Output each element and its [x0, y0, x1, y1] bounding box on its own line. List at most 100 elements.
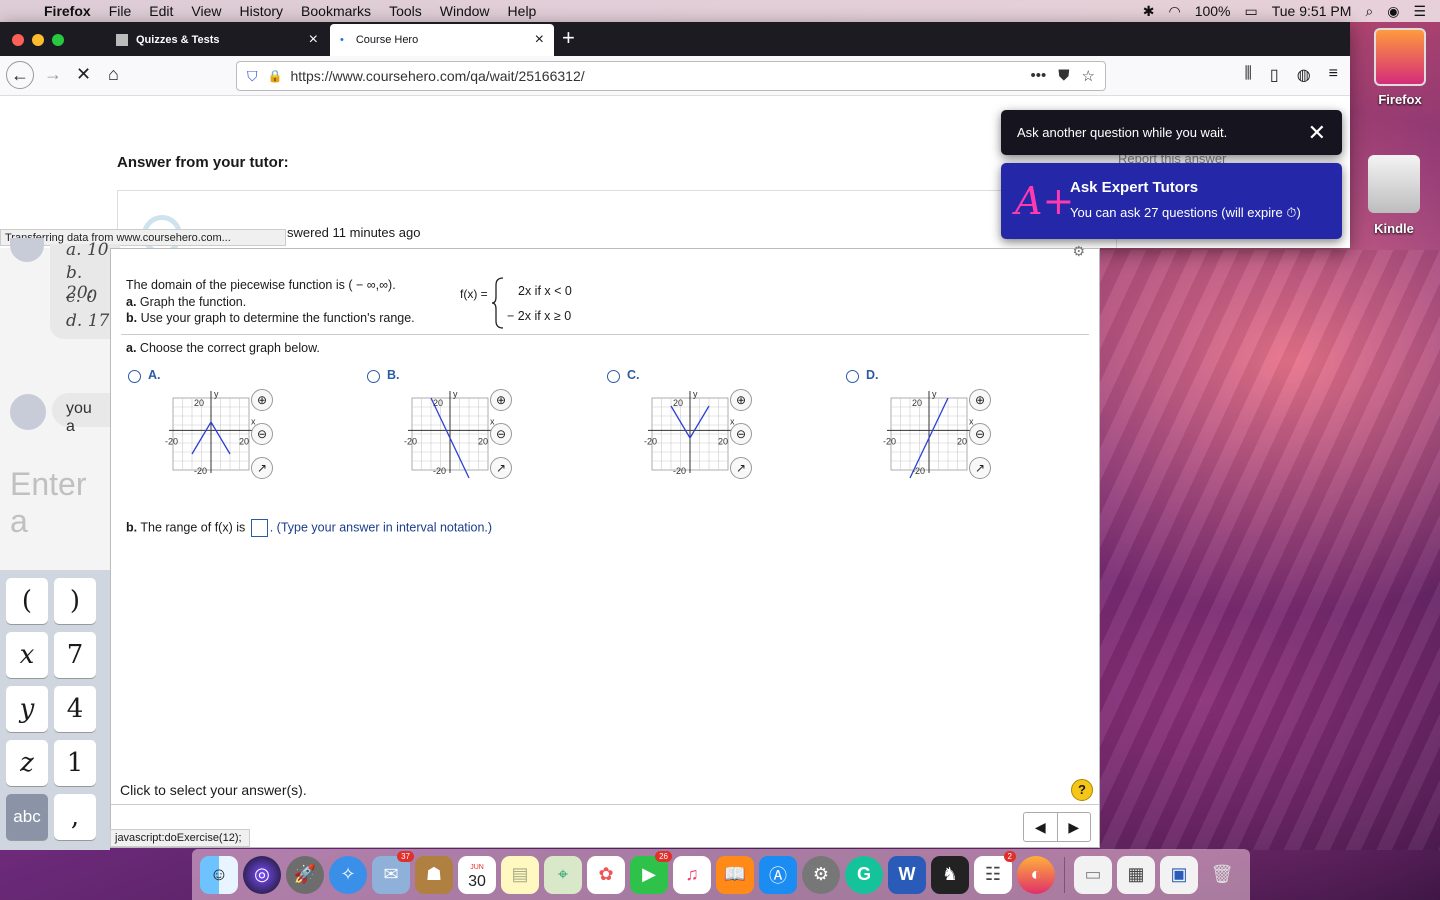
- calendar-icon[interactable]: JUN 30: [458, 855, 496, 894]
- close-window-button[interactable]: [12, 34, 24, 46]
- menu-tools[interactable]: Tools: [380, 3, 431, 19]
- wifi-icon[interactable]: ◠: [1168, 3, 1180, 20]
- minimize-window-button[interactable]: [32, 34, 44, 46]
- document-icon[interactable]: ▭: [1074, 855, 1112, 894]
- menu-window[interactable]: Window: [431, 3, 499, 19]
- desktop-icon-firefox[interactable]: Firefox: [1370, 28, 1430, 107]
- expert-tutors-toast[interactable]: A+ Ask Expert Tutors You can ask 27 ques…: [1001, 163, 1342, 239]
- url-text[interactable]: https://www.coursehero.com/qa/wait/25166…: [290, 68, 584, 84]
- zoom-out-icon[interactable]: ⊖: [969, 423, 991, 445]
- battery-percent[interactable]: 100%: [1195, 3, 1231, 19]
- previous-arrow-icon[interactable]: ◀: [1024, 813, 1058, 841]
- key-7[interactable]: 7: [54, 632, 96, 678]
- back-icon[interactable]: ←: [6, 61, 34, 89]
- key-open-paren[interactable]: (: [6, 578, 48, 624]
- key-abc[interactable]: abc: [6, 794, 48, 840]
- books-icon[interactable]: 📖: [716, 855, 754, 894]
- key-z[interactable]: z: [6, 740, 48, 786]
- option-b-radio[interactable]: [367, 370, 380, 383]
- mail-icon[interactable]: ✉ 37: [372, 850, 414, 894]
- zoom-in-icon[interactable]: ⊕: [969, 389, 991, 411]
- user-icon[interactable]: ◉: [1387, 3, 1399, 20]
- bookmark-star-icon[interactable]: ☆: [1082, 67, 1095, 85]
- range-answer-input[interactable]: [250, 519, 268, 537]
- key-comma[interactable]: ,: [54, 794, 96, 840]
- close-tab-icon[interactable]: ×: [309, 31, 318, 49]
- zoom-window-button[interactable]: [52, 34, 64, 46]
- spotlight-icon[interactable]: ⌕: [1365, 3, 1373, 20]
- siri-icon[interactable]: ◎: [243, 855, 281, 894]
- zoom-out-icon[interactable]: ⊖: [730, 423, 752, 445]
- open-graph-icon[interactable]: ↗: [251, 457, 273, 479]
- music-icon[interactable]: ♫: [673, 855, 711, 894]
- menu-file[interactable]: File: [100, 3, 141, 19]
- menu-history[interactable]: History: [230, 3, 292, 19]
- grammarly-icon[interactable]: G: [845, 855, 883, 894]
- key-4[interactable]: 4: [54, 686, 96, 732]
- contacts-icon[interactable]: ☗: [415, 855, 453, 894]
- zoom-out-icon[interactable]: ⊖: [251, 423, 273, 445]
- app-store-icon[interactable]: Ⓐ: [759, 855, 797, 894]
- new-tab-icon[interactable]: +: [562, 25, 575, 51]
- settings-gear-icon[interactable]: ⚙: [1072, 243, 1085, 260]
- trash-icon[interactable]: 🗑: [1203, 856, 1241, 894]
- key-y[interactable]: y: [6, 686, 48, 732]
- reminders-icon[interactable]: ☷ 2: [974, 850, 1016, 894]
- forward-icon[interactable]: →: [44, 64, 62, 85]
- hamburger-menu-icon[interactable]: ≡: [1329, 65, 1338, 85]
- home-icon[interactable]: ⌂: [108, 64, 119, 85]
- photos-icon[interactable]: ✿: [587, 855, 625, 894]
- next-arrow-icon[interactable]: ▶: [1058, 813, 1091, 841]
- option-c-radio[interactable]: [607, 370, 620, 383]
- pocket-icon[interactable]: ⛊: [1058, 67, 1069, 85]
- menu-help[interactable]: Help: [499, 3, 546, 19]
- open-graph-icon[interactable]: ↗: [969, 457, 991, 479]
- help-button[interactable]: ?: [1071, 779, 1093, 801]
- facetime-icon[interactable]: ▶ 26: [630, 850, 672, 894]
- tab-quizzes[interactable]: Quizzes & Tests ×: [106, 24, 328, 56]
- notification-center-icon[interactable]: ☰: [1413, 3, 1426, 20]
- close-icon[interactable]: ✕: [1308, 120, 1326, 146]
- word-icon[interactable]: W: [888, 855, 926, 894]
- desktop-icon-kindle[interactable]: Kindle: [1362, 155, 1426, 236]
- bluetooth-icon[interactable]: ✱: [1143, 3, 1155, 20]
- library-icon[interactable]: ⫼: [1245, 65, 1252, 85]
- key-x[interactable]: x: [6, 632, 48, 678]
- maps-icon[interactable]: ⌖: [544, 855, 582, 894]
- chat-input-placeholder[interactable]: Enter a: [10, 466, 110, 540]
- option-d-radio[interactable]: [846, 370, 859, 383]
- battery-icon[interactable]: ▭: [1245, 3, 1258, 20]
- option-a-radio[interactable]: [128, 370, 141, 383]
- ask-another-toast[interactable]: Ask another question while you wait. ✕: [1001, 110, 1342, 155]
- zoom-in-icon[interactable]: ⊕: [730, 389, 752, 411]
- downloads-stack-icon[interactable]: ▦: [1117, 855, 1155, 894]
- launchpad-icon[interactable]: 🚀: [286, 855, 324, 894]
- menu-bookmarks[interactable]: Bookmarks: [292, 3, 380, 19]
- account-icon[interactable]: ◍: [1297, 65, 1311, 85]
- tab-course-hero[interactable]: • Course Hero ×: [330, 24, 554, 56]
- zoom-in-icon[interactable]: ⊕: [251, 389, 273, 411]
- stop-icon[interactable]: ✕: [76, 64, 91, 85]
- safari-icon[interactable]: ✧: [329, 855, 367, 894]
- page-actions-icon[interactable]: •••: [1031, 67, 1047, 85]
- open-graph-icon[interactable]: ↗: [490, 457, 512, 479]
- sidebar-icon[interactable]: ▯: [1270, 65, 1279, 85]
- clock[interactable]: Tue 9:51 PM: [1272, 3, 1352, 19]
- kindle-icon[interactable]: ♞: [931, 855, 969, 894]
- folder-stack-icon[interactable]: ▣: [1160, 855, 1198, 894]
- finder-icon[interactable]: ☺: [200, 855, 238, 894]
- notes-icon[interactable]: ▤: [501, 855, 539, 894]
- system-preferences-icon[interactable]: ⚙: [802, 855, 840, 894]
- menu-view[interactable]: View: [182, 3, 230, 19]
- url-bar[interactable]: ⛉ 🔒 https://www.coursehero.com/qa/wait/2…: [236, 61, 1106, 91]
- close-tab-icon[interactable]: ×: [535, 31, 544, 49]
- menu-edit[interactable]: Edit: [140, 3, 182, 19]
- key-close-paren[interactable]: ): [54, 578, 96, 624]
- shield-icon[interactable]: ⛉: [247, 68, 258, 85]
- key-1[interactable]: 1: [54, 740, 96, 786]
- menu-app-name[interactable]: Firefox: [40, 3, 100, 19]
- firefox-icon[interactable]: ◐: [1017, 855, 1055, 894]
- zoom-in-icon[interactable]: ⊕: [490, 389, 512, 411]
- zoom-out-icon[interactable]: ⊖: [490, 423, 512, 445]
- open-graph-icon[interactable]: ↗: [730, 457, 752, 479]
